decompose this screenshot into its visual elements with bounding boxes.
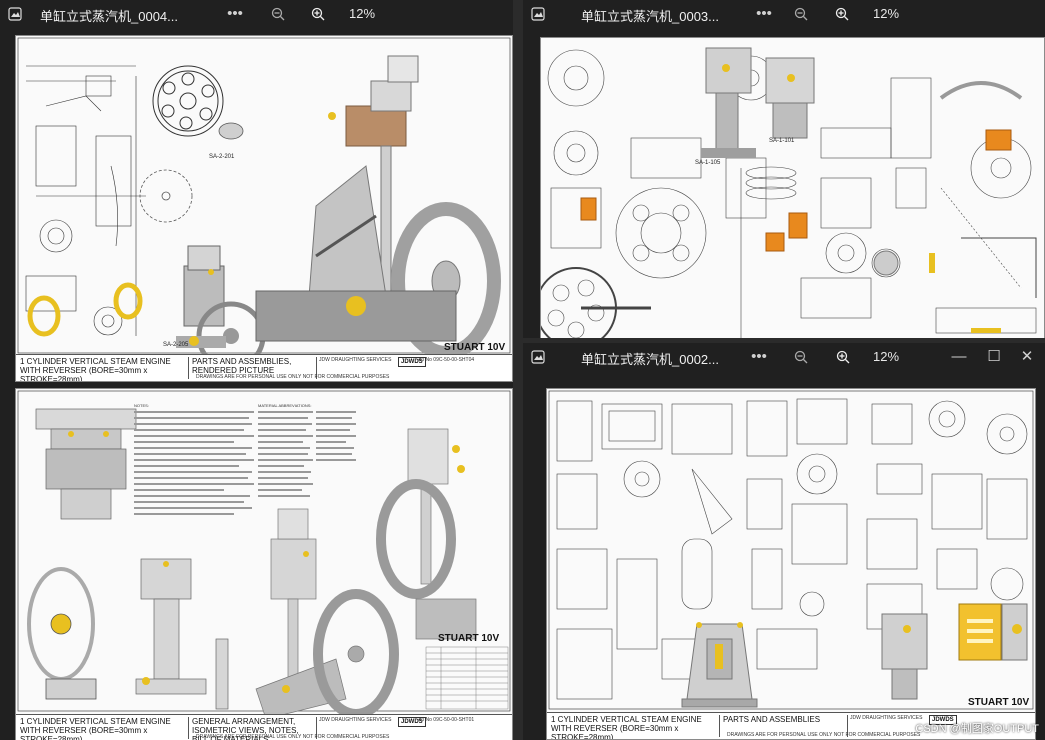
window-title: 单缸立式蒸汽机_0004... bbox=[40, 9, 178, 24]
footer-note: DRAWINGS ARE FOR PERSONAL USE ONLY NOT F… bbox=[196, 734, 390, 740]
small-engine-render bbox=[176, 245, 266, 371]
materials-heading: MATERIAL ABBREVIATIONS: bbox=[258, 403, 312, 408]
photo-viewer-window-0004: 单缸立式蒸汽机_0004... ••• 12% SA-2-201 SA-2-20… bbox=[0, 0, 513, 740]
photo-viewer-window-0003: 单缸立式蒸汽机_0003... ••• 12% SA-1-101 SA-1-10… bbox=[523, 0, 1045, 338]
render-parts bbox=[681, 603, 1028, 708]
image-icon bbox=[531, 7, 545, 21]
sheet-04-drawing bbox=[17, 37, 511, 371]
title-block: 1 CYLINDER VERTICAL STEAM ENGINE WITH RE… bbox=[16, 354, 512, 381]
brand-label: STUART 10V bbox=[444, 342, 506, 353]
minimize-icon[interactable]: — bbox=[946, 345, 972, 369]
flywheel-drawing bbox=[152, 65, 224, 137]
notes-heading: NOTES: bbox=[134, 403, 149, 408]
zoom-in-icon[interactable] bbox=[305, 2, 331, 26]
window-title: 单缸立式蒸汽机_0003... bbox=[581, 9, 719, 24]
sheet-03-drawing bbox=[541, 47, 1037, 338]
drawing-sheet-03: SA-1-101 SA-1-105 bbox=[540, 37, 1045, 338]
part-label: SA-1-105 bbox=[695, 160, 721, 166]
image-icon bbox=[8, 7, 22, 21]
zoom-level: 12% bbox=[349, 6, 376, 21]
part-label: SA-2-201 bbox=[209, 154, 235, 160]
part-label: SA-1-101 bbox=[769, 138, 795, 144]
more-icon[interactable]: ••• bbox=[751, 2, 777, 26]
drawing-sheet-04: SA-2-201 SA-2-205 STUART 10V 1 CYLINDER … bbox=[15, 35, 513, 382]
title-block: 1 CYLINDER VERTICAL STEAM ENGINE WITH RE… bbox=[16, 714, 512, 740]
zoom-level: 12% bbox=[873, 349, 900, 364]
large-engine-render bbox=[255, 55, 501, 360]
zoom-out-icon[interactable] bbox=[265, 2, 291, 26]
titlebar: 单缸立式蒸汽机_0003... ••• 12% bbox=[523, 0, 1045, 30]
close-icon[interactable]: ✕ bbox=[1014, 345, 1040, 369]
drawing-title: 1 CYLINDER VERTICAL STEAM ENGINE WITH RE… bbox=[20, 717, 171, 740]
zoom-in-icon[interactable] bbox=[830, 345, 856, 369]
image-icon bbox=[531, 350, 545, 364]
titlebar: 单缸立式蒸汽机_0002... ••• 12% — ☐ ✕ bbox=[523, 343, 1045, 373]
zoom-out-icon[interactable] bbox=[788, 2, 814, 26]
image-canvas[interactable]: SA-1-101 SA-1-105 bbox=[523, 30, 1045, 338]
drawing-sheet-01: NOTES: MATERIAL ABBREVIATIONS: STUART 10… bbox=[15, 388, 513, 740]
zoom-in-icon[interactable] bbox=[829, 2, 855, 26]
titlebar: 单缸立式蒸汽机_0004... ••• 12% bbox=[0, 0, 513, 30]
image-canvas[interactable]: STUART 10V 1 CYLINDER VERTICAL STEAM ENG… bbox=[523, 373, 1045, 740]
more-icon[interactable]: ••• bbox=[746, 345, 772, 369]
brand-label: STUART 10V bbox=[968, 697, 1030, 708]
drawing-sheet-02: STUART 10V 1 CYLINDER VERTICAL STEAM ENG… bbox=[546, 388, 1036, 740]
maximize-icon[interactable]: ☐ bbox=[981, 345, 1007, 369]
drawing-number: A3 No 09C-50-00-SHT04 bbox=[418, 357, 475, 363]
watermark: CSDN @制图家OUTPUT bbox=[915, 723, 1039, 735]
drawing-title: 1 CYLINDER VERTICAL STEAM ENGINE WITH RE… bbox=[20, 357, 171, 382]
brand-label: STUART 10V bbox=[438, 633, 500, 644]
footer-note: DRAWINGS ARE FOR PERSONAL USE ONLY NOT F… bbox=[196, 374, 390, 380]
sheet-02-drawing bbox=[548, 390, 1034, 710]
drawing-number: A3 No 09C-50-00-SHT01 bbox=[418, 717, 475, 723]
window-title: 单缸立式蒸汽机_0002... bbox=[581, 352, 719, 367]
image-canvas[interactable]: SA-2-201 SA-2-205 STUART 10V 1 CYLINDER … bbox=[0, 30, 513, 740]
engine-render bbox=[255, 508, 399, 720]
drawing-title: 1 CYLINDER VERTICAL STEAM ENGINE WITH RE… bbox=[551, 715, 702, 740]
sheet-01-drawing bbox=[17, 390, 511, 720]
photo-viewer-window-0002: 单缸立式蒸汽机_0002... ••• 12% — ☐ ✕ STUART 10V… bbox=[523, 343, 1045, 740]
zoom-out-icon[interactable] bbox=[788, 345, 814, 369]
more-icon[interactable]: ••• bbox=[222, 2, 248, 26]
zoom-level: 12% bbox=[873, 6, 900, 21]
part-label: SA-2-205 bbox=[163, 342, 189, 348]
footer-note: DRAWINGS ARE FOR PERSONAL USE ONLY NOT F… bbox=[727, 732, 921, 738]
